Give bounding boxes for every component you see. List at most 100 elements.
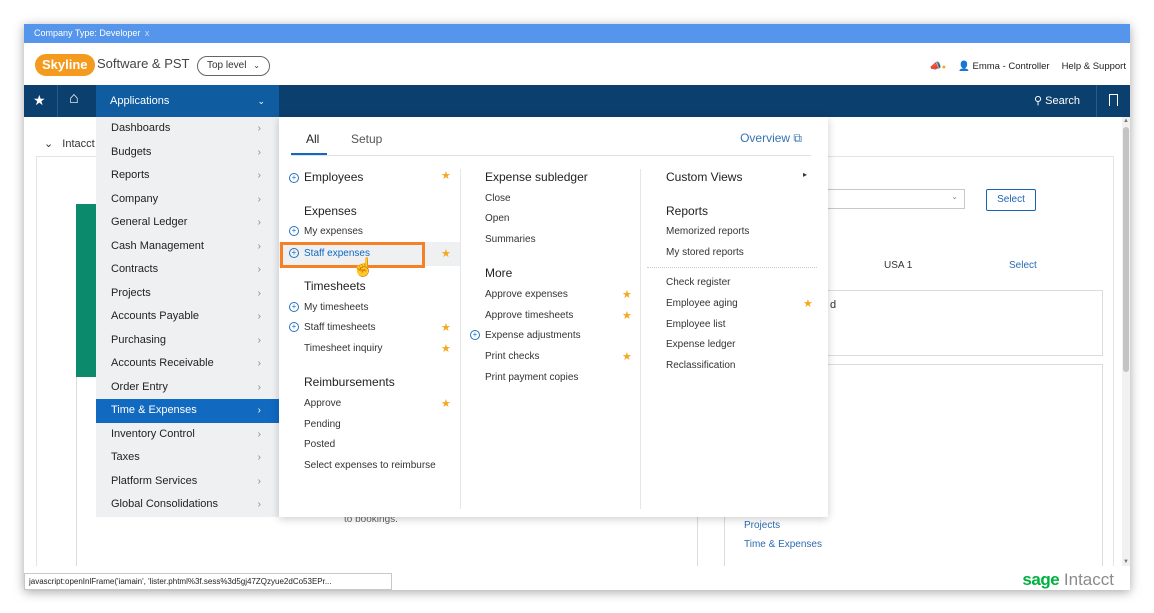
sidebar-item-label: Accounts Receivable [111,357,214,369]
favorite-star-icon[interactable]: ★ [803,297,813,310]
menu-item-employees[interactable]: + Employees [289,170,363,184]
sidebar-item-taxes[interactable]: Taxes › [96,446,279,470]
menu-item-select-expenses-to-reimburse[interactable]: Select expenses to reimburse [304,460,436,471]
skyline-logo: Skyline [35,54,95,76]
sidebar-item-general-ledger[interactable]: General Ledger › [96,211,279,235]
time-expenses-link[interactable]: Time & Expenses [744,539,822,550]
scroll-thumb[interactable] [1123,127,1129,372]
menu-item-my-expenses[interactable]: + My expenses [289,226,363,237]
section-heading-reimbursements: Reimbursements [304,375,395,389]
favorite-star-icon[interactable]: ★ [441,169,451,182]
menu-item-staff-timesheets[interactable]: + Staff timesheets [289,322,376,333]
menu-item-expense-ledger[interactable]: Expense ledger [666,339,736,350]
plus-icon: + [289,322,299,332]
favorite-star-icon[interactable]: ★ [441,247,451,260]
menu-item-employee-list[interactable]: Employee list [666,319,725,330]
select-button[interactable]: Select [986,189,1036,211]
sidebar-item-accounts-receivable[interactable]: Accounts Receivable › [96,352,279,376]
scroll-up-icon[interactable]: ▲ [1123,118,1129,124]
plus-icon: + [289,248,299,258]
select-link[interactable]: Select [1009,260,1037,271]
sidebar-item-cash-management[interactable]: Cash Management › [96,235,279,259]
sidebar-item-time-expenses[interactable]: Time & Expenses › [96,399,279,423]
time-expenses-menu: All Setup Overview ⧉ + Employees ★ Expens… [279,117,828,517]
overview-link[interactable]: Overview ⧉ [740,131,802,146]
favorite-star-icon[interactable]: ★ [441,397,451,410]
menu-item-label: Staff timesheets [304,322,376,333]
menu-item-label: Employees [304,170,364,184]
menu-item-pending[interactable]: Pending [304,419,341,430]
sidebar-item-company[interactable]: Company › [96,188,279,212]
chevron-right-icon: › [257,452,261,463]
sidebar-item-platform-services[interactable]: Platform Services › [96,470,279,494]
sidebar-item-global-consolidations[interactable]: Global Consolidations › [96,493,279,517]
sidebar-item-accounts-payable[interactable]: Accounts Payable › [96,305,279,329]
sidebar-item-contracts[interactable]: Contracts › [96,258,279,282]
tab-all[interactable]: All [291,132,327,155]
menu-item-summaries[interactable]: Summaries [485,234,536,245]
sidebar-item-inventory-control[interactable]: Inventory Control › [96,423,279,447]
tab-setup[interactable]: Setup [351,132,382,146]
favorites-star-icon[interactable]: ★ [33,92,46,109]
collapse-section[interactable]: ⌄ Intacct [44,137,95,150]
search-button[interactable]: ⚲ Search [1034,85,1080,117]
app-window: Company Type: Developer x Skyline Softwa… [24,24,1130,590]
company-type-bar: Company Type: Developer x [24,24,1130,43]
favorite-star-icon[interactable]: ★ [441,342,451,355]
user-menu[interactable]: 👤 Emma - Controller [958,61,1050,72]
user-area: 📣● 👤 Emma - Controller Help & Support [930,61,1126,72]
menu-item-posted[interactable]: Posted [304,439,335,450]
favorite-star-icon[interactable]: ★ [622,350,632,363]
menu-item-approve[interactable]: Approve [304,398,341,409]
menu-item-my-timesheets[interactable]: + My timesheets [289,302,368,313]
close-icon[interactable]: x [145,28,150,38]
menu-item-check-register[interactable]: Check register [666,277,730,288]
sidebar-item-dashboards[interactable]: Dashboards › [96,117,279,141]
menu-item-approve-expenses[interactable]: Approve expenses [485,289,568,300]
search-label: Search [1045,95,1080,107]
menu-item-my-stored-reports[interactable]: My stored reports [666,247,744,258]
entity-select[interactable]: ⌄ [824,189,965,209]
favorite-star-icon[interactable]: ★ [622,288,632,301]
user-icon: 👤 [958,61,970,72]
sidebar-item-label: Taxes [111,451,140,463]
chevron-right-icon: › [257,381,261,393]
projects-link[interactable]: Projects [744,520,780,531]
home-icon[interactable]: ⌂ [69,90,79,108]
column-divider [640,169,641,509]
entity-level-dropdown[interactable]: Top level ⌄ [197,56,270,76]
sidebar-item-projects[interactable]: Projects › [96,282,279,306]
sidebar-item-purchasing[interactable]: Purchasing › [96,329,279,353]
menu-item-approve-timesheets[interactable]: Approve timesheets [485,310,573,321]
chevron-right-icon: › [257,170,261,181]
menu-item-label: Expense adjustments [485,330,581,341]
sidebar-item-label: Cash Management [111,239,204,252]
favorite-star-icon[interactable]: ★ [441,321,451,334]
scroll-down-icon[interactable]: ▼ [1123,559,1129,565]
menu-item-expense-adjustments[interactable]: + Expense adjustments [470,330,581,341]
sidebar-item-budgets[interactable]: Budgets › [96,141,279,165]
announcement-icon[interactable]: 📣● [930,61,946,72]
chevron-right-icon: › [257,217,261,228]
sidebar-item-order-entry[interactable]: Order Entry › [96,376,279,400]
help-link[interactable]: Help & Support [1062,61,1126,72]
menu-item-print-checks[interactable]: Print checks [485,351,539,362]
chevron-right-icon: › [257,334,261,346]
chevron-right-icon: › [257,193,261,205]
menu-item-employee-aging[interactable]: Employee aging [666,298,738,309]
menu-item-close[interactable]: Close [485,193,511,204]
bookmark-icon[interactable] [1109,94,1118,106]
menu-item-print-payment-copies[interactable]: Print payment copies [485,372,578,383]
applications-menu-button[interactable]: Applications ⌄ [96,85,279,117]
menu-item-open[interactable]: Open [485,213,509,224]
status-bar: javascript:openInlFrame('iamain', 'liste… [24,566,1130,590]
menu-item-memorized-reports[interactable]: Memorized reports [666,226,749,237]
menu-item-timesheet-inquiry[interactable]: Timesheet inquiry [304,343,383,354]
menu-item-custom-views[interactable]: Custom Views [666,170,742,184]
plus-icon: + [289,302,299,312]
user-name: Emma - Controller [972,61,1050,72]
sidebar-item-reports[interactable]: Reports › [96,164,279,188]
favorite-star-icon[interactable]: ★ [622,309,632,322]
menu-item-reclassification[interactable]: Reclassification [666,360,735,371]
scrollbar[interactable]: ▲ ▼ [1122,117,1130,566]
